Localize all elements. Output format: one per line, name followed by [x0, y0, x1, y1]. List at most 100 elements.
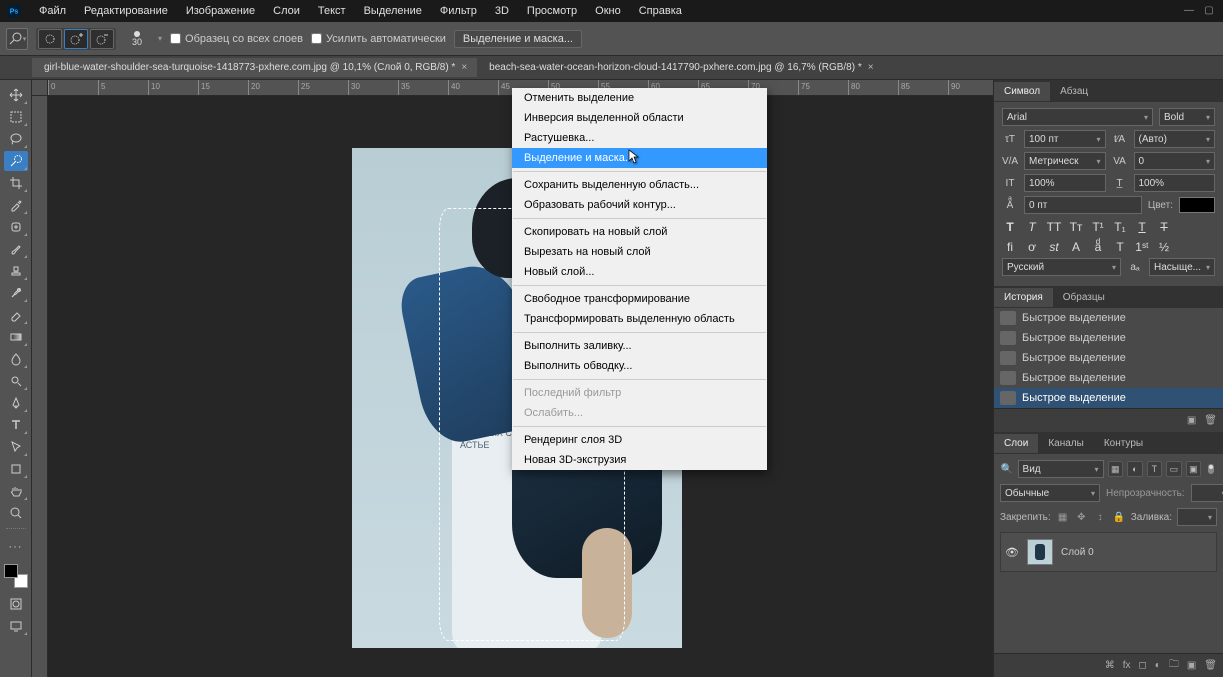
shape-tool-icon[interactable]: [4, 459, 28, 479]
context-menu-item[interactable]: Свободное трансформирование: [512, 289, 767, 309]
layers-link-icon[interactable]: ⌘: [1105, 660, 1115, 671]
menu-layers[interactable]: Слои: [264, 2, 309, 20]
layers-group-icon[interactable]: 🗀: [1169, 657, 1179, 674]
italic-icon[interactable]: T: [1024, 220, 1040, 234]
subscript-icon[interactable]: T₁: [1112, 220, 1128, 234]
blend-mode-select[interactable]: Обычные▾: [1000, 484, 1100, 502]
tab-swatches[interactable]: Образцы: [1053, 288, 1115, 307]
stamp-tool-icon[interactable]: [4, 261, 28, 281]
layer-name[interactable]: Слой 0: [1061, 547, 1094, 558]
tab-layers[interactable]: Слои: [994, 434, 1038, 453]
filter-smart-icon[interactable]: ▣: [1186, 461, 1202, 477]
layer-visibility-icon[interactable]: 👁: [1005, 546, 1019, 559]
font-weight-select[interactable]: Bold▾: [1159, 108, 1215, 126]
layers-adjust-icon[interactable]: ◐: [1155, 660, 1161, 671]
menu-filter[interactable]: Фильтр: [431, 2, 486, 20]
quick-mask-icon[interactable]: [4, 594, 28, 614]
menu-view[interactable]: Просмотр: [518, 2, 586, 20]
path-selection-tool-icon[interactable]: [4, 437, 28, 457]
filter-shape-icon[interactable]: ▭: [1166, 461, 1182, 477]
close-icon[interactable]: ×: [868, 62, 874, 73]
tool-thumb-icon[interactable]: ▾: [6, 28, 28, 50]
new-selection-icon[interactable]: [38, 29, 62, 49]
quick-selection-tool-icon[interactable]: [4, 151, 28, 171]
context-menu-item[interactable]: Вырезать на новый слой: [512, 242, 767, 262]
menu-file[interactable]: Файл: [30, 2, 75, 20]
brush-tool-icon[interactable]: [4, 239, 28, 259]
allcaps-icon[interactable]: TT: [1046, 220, 1062, 234]
tab-paths[interactable]: Контуры: [1094, 434, 1153, 453]
window-restore-button[interactable]: ▢: [1199, 0, 1219, 22]
menu-text[interactable]: Текст: [309, 2, 355, 20]
tab-paragraph[interactable]: Абзац: [1050, 82, 1098, 101]
healing-tool-icon[interactable]: [4, 217, 28, 237]
filter-toggle-icon[interactable]: [1205, 461, 1217, 477]
filter-type-icon[interactable]: T: [1147, 461, 1163, 477]
menu-edit[interactable]: Редактирование: [75, 2, 177, 20]
font-size-select[interactable]: 100 пт▾: [1024, 130, 1106, 148]
fill-input[interactable]: ▾: [1177, 508, 1217, 526]
context-menu-item[interactable]: Сохранить выделенную область...: [512, 175, 767, 195]
layers-new-icon[interactable]: ▣: [1187, 660, 1196, 671]
history-item[interactable]: Быстрое выделение: [994, 368, 1223, 388]
filter-pixel-icon[interactable]: ▦: [1108, 461, 1124, 477]
lock-position-icon[interactable]: ✥: [1074, 512, 1088, 523]
lock-all-icon[interactable]: 🔒: [1112, 512, 1126, 523]
context-menu-item[interactable]: Растушевка...: [512, 128, 767, 148]
stylistic-icon[interactable]: st: [1046, 240, 1062, 254]
brush-size-picker[interactable]: 30: [124, 28, 150, 50]
layer-row[interactable]: 👁 Слой 0: [1000, 532, 1217, 572]
zoom-tool-icon[interactable]: [4, 503, 28, 523]
close-icon[interactable]: ×: [461, 62, 467, 73]
bold-icon[interactable]: T: [1002, 220, 1018, 234]
layer-filter-kind-select[interactable]: Вид▾: [1018, 460, 1104, 478]
marquee-tool-icon[interactable]: [4, 107, 28, 127]
text-color-swatch[interactable]: [1179, 197, 1215, 213]
kerning-select[interactable]: Метрическ▾: [1024, 152, 1106, 170]
history-snapshot-icon[interactable]: ▣: [1187, 415, 1196, 426]
document-tab-1[interactable]: girl-blue-water-shoulder-sea-turquoise-1…: [32, 58, 477, 77]
window-minimize-button[interactable]: —: [1179, 0, 1199, 22]
select-and-mask-button[interactable]: Выделение и маска...: [454, 30, 582, 48]
color-swatches[interactable]: [4, 564, 28, 588]
tab-character[interactable]: Символ: [994, 82, 1050, 101]
layer-thumbnail[interactable]: [1027, 539, 1053, 565]
ordinals-icon[interactable]: aͩ: [1090, 240, 1106, 254]
context-menu-item[interactable]: Трансформировать выделенную область: [512, 309, 767, 329]
context-menu-item[interactable]: Скопировать на новый слой: [512, 222, 767, 242]
history-item[interactable]: Быстрое выделение: [994, 308, 1223, 328]
history-delete-icon[interactable]: 🗑: [1204, 415, 1217, 426]
context-menu-item[interactable]: Рендеринг слоя 3D: [512, 430, 767, 450]
menu-window[interactable]: Окно: [586, 2, 630, 20]
context-menu-item[interactable]: Инверсия выделенной области: [512, 108, 767, 128]
history-item[interactable]: Быстрое выделение: [994, 328, 1223, 348]
vscale-input[interactable]: 100%: [1024, 174, 1106, 192]
leading-select[interactable]: (Авто)▾: [1134, 130, 1216, 148]
sample-all-layers-checkbox[interactable]: Образец со всех слоев: [170, 33, 303, 45]
add-selection-icon[interactable]: [64, 29, 88, 49]
auto-enhance-checkbox[interactable]: Усилить автоматически: [311, 33, 446, 45]
screen-mode-icon[interactable]: [4, 616, 28, 636]
smallcaps-icon[interactable]: Tᴛ: [1068, 220, 1084, 234]
context-menu-item[interactable]: Новый слой...: [512, 262, 767, 282]
type-tool-icon[interactable]: [4, 415, 28, 435]
subtract-selection-icon[interactable]: [90, 29, 114, 49]
gradient-tool-icon[interactable]: [4, 327, 28, 347]
document-tab-2[interactable]: beach-sea-water-ocean-horizon-cloud-1417…: [477, 58, 883, 77]
tab-history[interactable]: История: [994, 288, 1053, 307]
menu-help[interactable]: Справка: [630, 2, 691, 20]
titling-icon[interactable]: A: [1068, 240, 1084, 254]
pen-tool-icon[interactable]: [4, 393, 28, 413]
crop-tool-icon[interactable]: [4, 173, 28, 193]
oldstyle-icon[interactable]: ơ: [1024, 240, 1040, 254]
filter-adjust-icon[interactable]: ◐: [1127, 461, 1143, 477]
antialias-select[interactable]: Насыще...▾: [1149, 258, 1215, 276]
language-select[interactable]: Русский▾: [1002, 258, 1121, 276]
move-tool-icon[interactable]: [4, 85, 28, 105]
menu-image[interactable]: Изображение: [177, 2, 264, 20]
tracking-select[interactable]: 0▾: [1134, 152, 1216, 170]
lasso-tool-icon[interactable]: [4, 129, 28, 149]
menu-3d[interactable]: 3D: [486, 2, 518, 20]
discretionary-icon[interactable]: ½: [1156, 240, 1172, 254]
hscale-input[interactable]: 100%: [1134, 174, 1216, 192]
